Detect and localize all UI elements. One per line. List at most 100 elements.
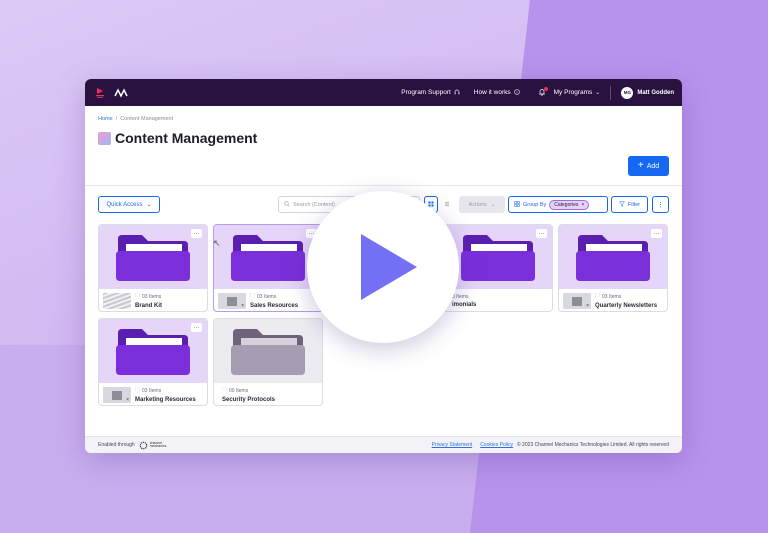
folder-small-icon: 🗀 — [135, 293, 141, 299]
item-count-label: 00 Items — [229, 388, 249, 394]
folder-thumbnail: × — [103, 387, 131, 403]
folder-icon — [576, 235, 650, 281]
cookies-policy-link[interactable]: Cookies Policy — [480, 442, 513, 448]
categories-chip-label: Categories — [554, 201, 579, 208]
title-row: Content Management — [98, 130, 669, 146]
plus-icon: + — [637, 160, 644, 171]
list-icon — [444, 201, 450, 209]
quick-access-label: Quick Access — [106, 201, 143, 208]
item-count-label: 03 Items — [142, 388, 162, 394]
card-menu-button[interactable]: ··· — [191, 229, 202, 238]
brand-logo-icon[interactable] — [93, 86, 107, 100]
item-count-label: 3 Items — [452, 294, 469, 300]
filter-label: Filter — [627, 201, 641, 208]
more-options-button[interactable]: ⋮ — [652, 196, 669, 213]
item-count: 🗀 03 Items — [595, 293, 657, 301]
breadcrumb-home[interactable]: Home — [98, 116, 113, 122]
play-icon — [361, 234, 417, 300]
folder-small-icon: 🗀 — [222, 387, 228, 393]
folder-empty-icon — [231, 329, 305, 375]
add-label: Add — [646, 162, 660, 170]
logo-text: channel mechanics — [149, 440, 167, 448]
folder-card[interactable]: ··· 🗀 03 Items Brand Kit — [98, 224, 208, 312]
item-count-label: 03 Items — [257, 294, 277, 300]
breadcrumb-current: Content Management — [120, 116, 174, 122]
how-it-works-label: How it works — [473, 89, 511, 96]
filter-icon — [618, 201, 625, 209]
top-navbar: Program Support How it works My Programs… — [85, 79, 682, 106]
page-footer: Enabled through channel mechanics Privac… — [85, 436, 682, 453]
content-management-icon — [98, 131, 111, 145]
list-view-button[interactable] — [440, 196, 454, 213]
program-support-link[interactable]: Program Support — [401, 89, 460, 97]
info-circle-icon — [513, 88, 520, 97]
item-count: 🗀 03 Items — [250, 293, 298, 301]
card-menu-button[interactable]: ··· — [651, 229, 662, 238]
breadcrumb: Home / Content Management — [98, 116, 669, 122]
user-name[interactable]: Matt Godden — [637, 90, 674, 96]
folder-name: Security Protocols — [222, 397, 276, 403]
folder-card[interactable]: 🗀 00 Items Security Protocols — [213, 318, 323, 406]
folder-name: imonials — [452, 302, 477, 308]
play-video-button[interactable] — [307, 191, 459, 343]
my-programs-dropdown[interactable]: My Programs ⌄ — [554, 89, 601, 96]
channel-mechanics-logo: channel mechanics — [139, 441, 168, 450]
program-support-label: Program Support — [401, 89, 451, 96]
item-count: 3 Items — [452, 294, 476, 300]
folder-thumbnail — [103, 293, 131, 309]
chevron-down-icon: ⌄ — [146, 202, 152, 208]
page-title: Content Management — [115, 130, 258, 146]
folder-small-icon: 🗀 — [135, 387, 141, 393]
folder-thumbnail: × — [563, 293, 591, 309]
add-button[interactable]: + Add — [628, 156, 669, 176]
folder-small-icon: 🗀 — [595, 293, 601, 299]
breadcrumb-separator: / — [115, 116, 118, 122]
item-count-label: 03 Items — [602, 294, 622, 300]
folder-card[interactable]: ··· 3 Items imonials — [443, 224, 553, 312]
enabled-through-label: Enabled through — [98, 442, 135, 448]
folder-name: Brand Kit — [135, 303, 162, 309]
quick-access-dropdown[interactable]: Quick Access ⌄ — [98, 196, 160, 213]
headset-icon — [454, 89, 460, 97]
folder-small-icon: 🗀 — [250, 293, 256, 299]
notification-badge — [543, 86, 548, 91]
group-by-label: Group By — [523, 201, 547, 208]
privacy-statement-link[interactable]: Privacy Statement — [432, 442, 473, 448]
page-header: Home / Content Management Content Manage… — [85, 106, 682, 186]
my-programs-label: My Programs — [553, 89, 593, 96]
card-menu-button[interactable]: ··· — [536, 229, 547, 238]
actions-label: Actions — [468, 201, 487, 208]
enabled-through: Enabled through channel mechanics — [98, 441, 168, 450]
program-logo-icon[interactable] — [113, 86, 129, 100]
folder-icon — [116, 329, 190, 375]
notifications-button[interactable] — [538, 86, 548, 98]
folder-thumbnail: × — [218, 293, 246, 309]
folder-card[interactable]: ··· × 🗀 03 Items Marketing Resources — [98, 318, 208, 406]
folder-icon — [461, 235, 535, 281]
chevron-down-icon: ⌄ — [490, 201, 496, 208]
folder-name: Quarterly Newsletters — [595, 303, 658, 309]
filter-button[interactable]: Filter — [611, 196, 648, 213]
mouse-cursor-icon: ↖ — [213, 238, 221, 248]
vertical-dots-icon: ⋮ — [657, 201, 664, 209]
search-icon — [284, 200, 290, 209]
chip-close-icon[interactable]: × — [581, 202, 584, 208]
folder-icon — [231, 235, 305, 281]
nav-divider — [610, 85, 612, 100]
folder-card[interactable]: ··· × 🗀 03 Items Quarterly Newsletters — [558, 224, 668, 312]
folder-icon — [116, 235, 190, 281]
group-icon — [514, 200, 520, 209]
copyright-text: © 2023 Channel Mechanics Technologies Li… — [516, 442, 669, 448]
actions-dropdown[interactable]: Actions ⌄ — [459, 196, 505, 213]
search-placeholder: Search (Content) — [293, 201, 335, 208]
item-count: 🗀 03 Items — [135, 293, 162, 301]
folder-name: Sales Resources — [250, 303, 299, 309]
item-count: 🗀 03 Items — [135, 387, 196, 395]
how-it-works-link[interactable]: How it works — [473, 88, 520, 97]
group-by-control[interactable]: Group By Categories × — [508, 196, 608, 213]
user-avatar[interactable]: MG — [621, 86, 634, 99]
categories-chip[interactable]: Categories × — [549, 199, 590, 210]
chevron-down-icon: ⌄ — [595, 90, 601, 96]
card-menu-button[interactable]: ··· — [191, 323, 202, 332]
item-count: 🗀 00 Items — [222, 387, 275, 395]
